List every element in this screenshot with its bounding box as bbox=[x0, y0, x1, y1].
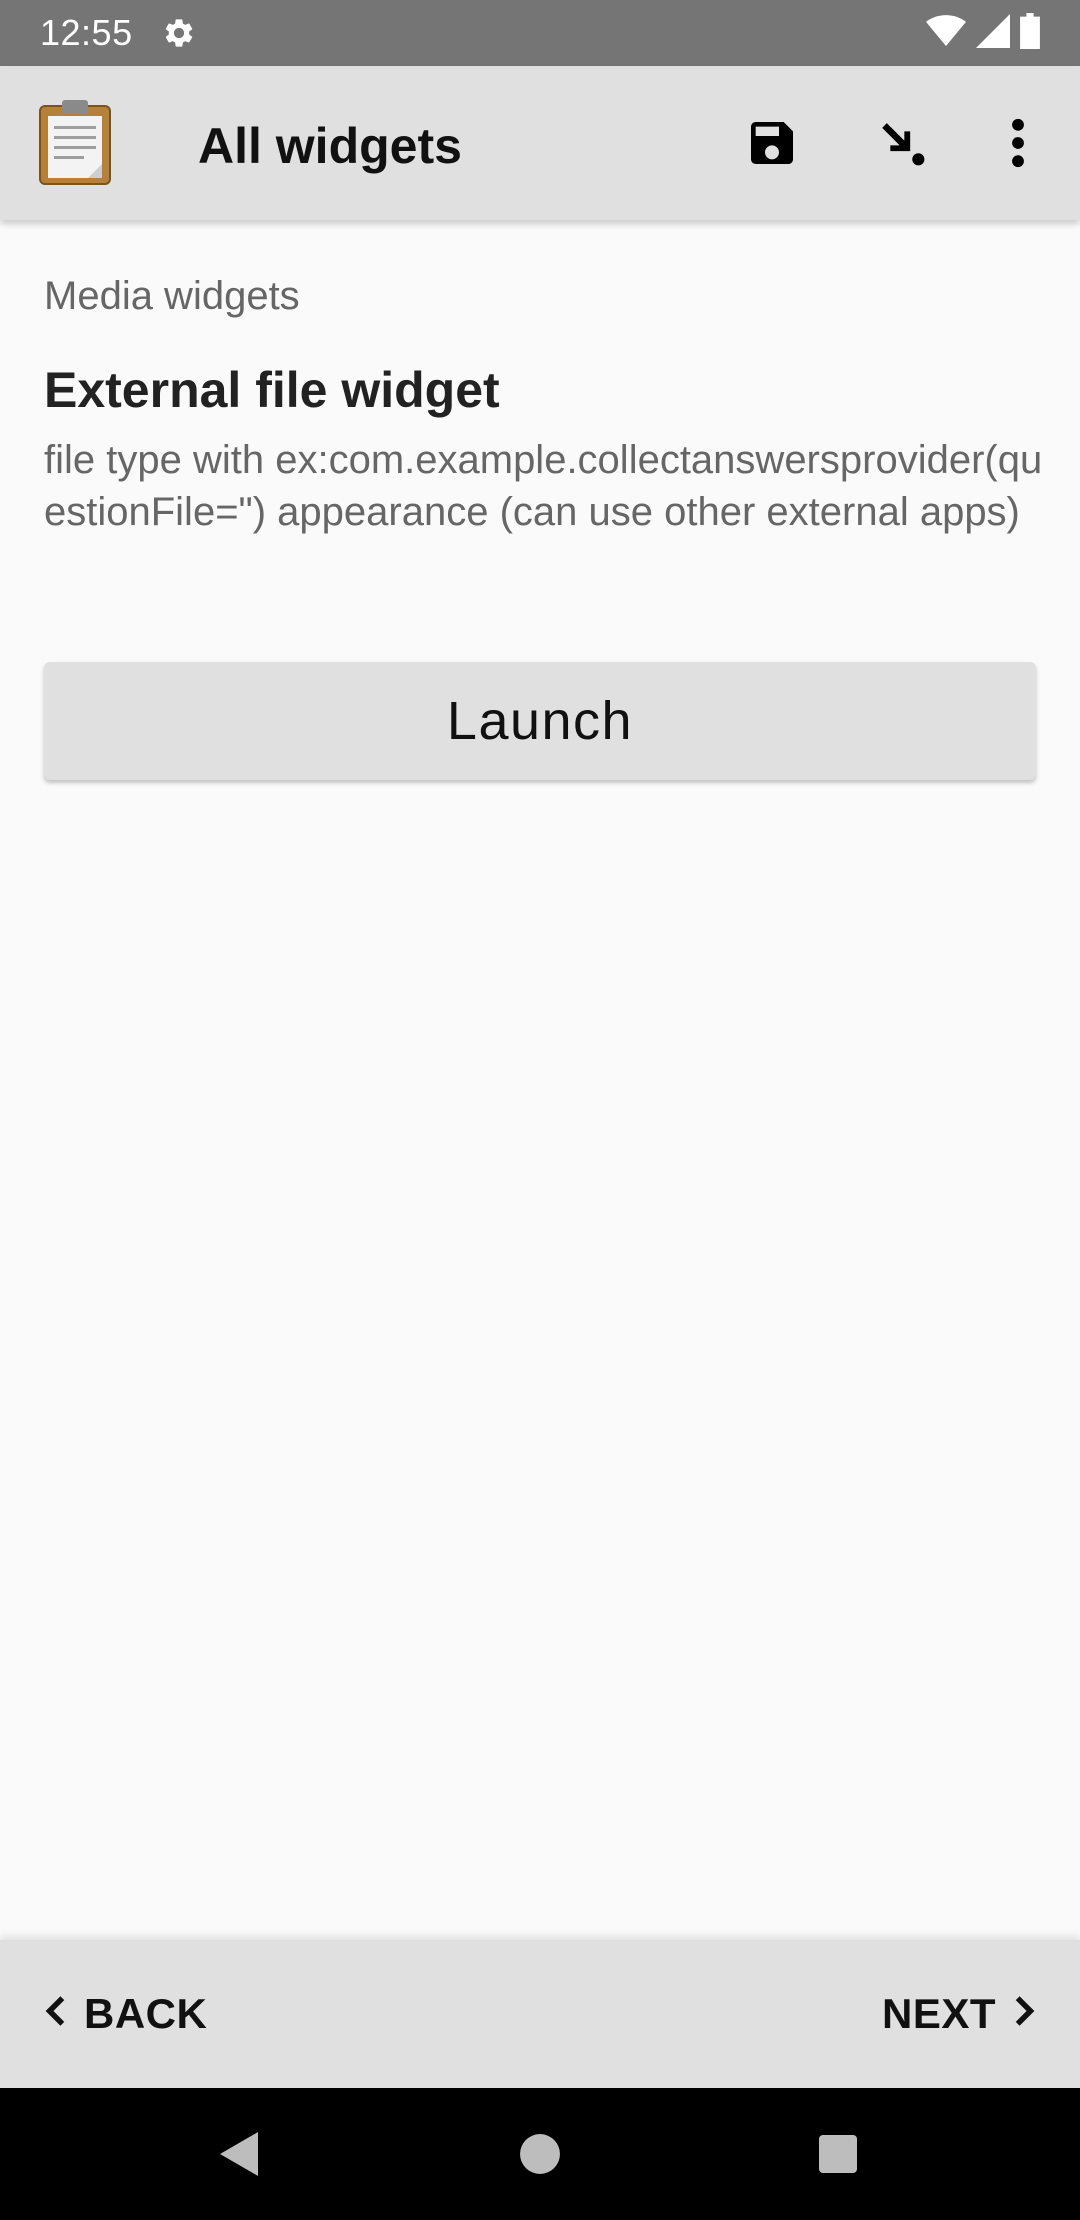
signal-icon bbox=[976, 13, 1010, 53]
chevron-right-icon bbox=[1014, 1990, 1036, 2038]
form-content: Media widgets External file widget file … bbox=[0, 220, 1080, 1940]
chevron-left-icon bbox=[44, 1990, 66, 2038]
recents-square-icon[interactable] bbox=[808, 2124, 868, 2184]
next-button[interactable]: NEXT bbox=[882, 1940, 1036, 2088]
save-icon[interactable] bbox=[740, 111, 804, 175]
jump-to-icon[interactable] bbox=[870, 111, 934, 175]
app-title: All widgets bbox=[198, 118, 462, 174]
status-bar: 12:55 bbox=[0, 0, 1080, 66]
home-circle-icon[interactable] bbox=[510, 2124, 570, 2184]
settings-gear-icon bbox=[161, 15, 197, 51]
wifi-icon bbox=[926, 14, 966, 53]
form-navigation-bar: BACK NEXT bbox=[0, 1940, 1080, 2088]
next-label: NEXT bbox=[881, 1990, 996, 2037]
back-triangle-icon[interactable] bbox=[210, 2124, 270, 2184]
launch-button[interactable]: Launch bbox=[44, 662, 1036, 780]
battery-icon bbox=[1020, 12, 1040, 54]
question-title: External file widget bbox=[44, 362, 500, 418]
overflow-menu-icon[interactable] bbox=[986, 111, 1050, 175]
back-button[interactable]: BACK bbox=[44, 1940, 207, 2088]
status-time: 12:55 bbox=[40, 12, 133, 53]
clipboard-icon bbox=[36, 96, 116, 186]
question-hint: file type with ex:com.example.collectans… bbox=[44, 438, 1043, 534]
group-label: Media widgets bbox=[44, 274, 300, 318]
back-label: BACK bbox=[84, 1990, 208, 2037]
app-bar: All widgets bbox=[0, 66, 1080, 220]
system-navigation-bar bbox=[0, 2088, 1080, 2220]
